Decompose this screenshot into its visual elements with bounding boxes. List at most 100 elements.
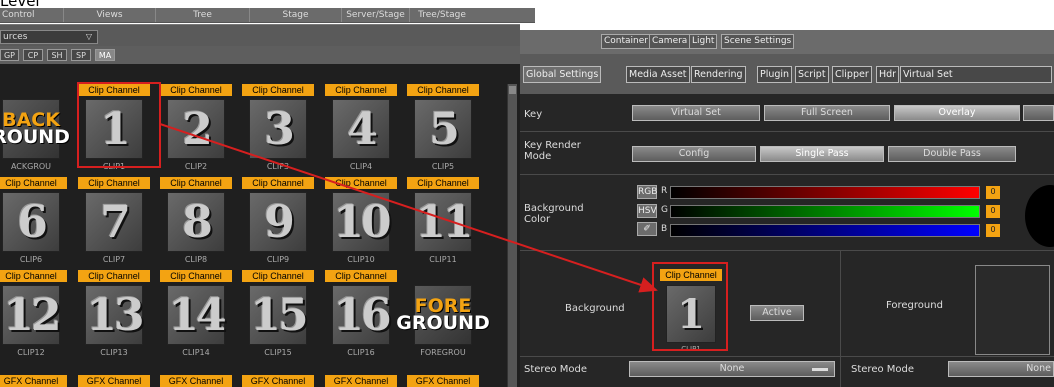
green-value[interactable]: 0 [986, 205, 1000, 218]
menu-stage[interactable]: Stage [250, 8, 342, 22]
clip-name: CLIP7 [102, 255, 126, 264]
foreground-clip-slot[interactable] [975, 265, 1050, 355]
active-button[interactable]: Active [750, 305, 804, 321]
clip-tile[interactable]: Clip Channel 13 CLIP13 [75, 270, 153, 368]
sources-dropdown[interactable]: urces ▽ [0, 30, 98, 44]
clip-tile[interactable]: Clip Channel 8 CLIP8 [157, 177, 235, 275]
blue-slider[interactable] [670, 224, 980, 237]
clip-icon: 14 [167, 285, 227, 345]
gfx-channel-tag[interactable]: GFX Channel [407, 375, 479, 387]
tab-gp[interactable]: GP [0, 49, 19, 61]
clip-tile[interactable]: Clip Channel 9 CLIP9 [239, 177, 317, 275]
stereo-mode-select-2[interactable]: None [948, 361, 1054, 377]
clip-tile[interactable]: Clip Channel 3 CLIP3 [239, 84, 317, 182]
clip-tag: Clip Channel [325, 177, 397, 189]
key-full-screen-button[interactable]: Full Screen [764, 105, 890, 121]
page-caption: Level [0, 0, 40, 10]
render-config-button[interactable]: Config [632, 146, 756, 162]
main-menubar: Control Views Tree Stage Server/Stage Tr… [0, 8, 535, 23]
red-slider[interactable] [670, 186, 980, 199]
blue-value[interactable]: 0 [986, 224, 1000, 237]
render-single-pass-button[interactable]: Single Pass [760, 146, 884, 162]
gfx-channel-tag[interactable]: GFX Channel [242, 375, 314, 387]
clip-name: ACKGROU [10, 162, 52, 171]
grid-scrollbar[interactable] [507, 84, 517, 387]
channel-g-label: G [661, 205, 668, 215]
menu-tree[interactable]: Tree [156, 8, 250, 22]
key-render-label-1: Key Render [524, 140, 581, 151]
clip-tile[interactable]: Clip Channel 4 CLIP4 [322, 84, 400, 182]
sources-bar: urces ▽ [0, 24, 520, 46]
stereo-mode-value-2: None [1026, 363, 1051, 374]
rgb-mode-button[interactable]: RGB [637, 185, 657, 199]
clip-tile[interactable]: BACKROUND ACKGROU [0, 84, 70, 182]
stereo-mode-label-2: Stereo Mode [851, 364, 915, 375]
clip-tile[interactable]: Clip Channel 2 CLIP2 [157, 84, 235, 182]
clip-tile[interactable]: Clip Channel 5 CLIP5 [404, 84, 482, 182]
global-settings-panel: Key Virtual Set Full Screen Overlay Key … [520, 94, 1054, 387]
tab-media-asset[interactable]: Media Asset [626, 66, 690, 83]
clip-tile[interactable]: Clip Channel 7 CLIP7 [75, 177, 153, 275]
clip-number: 6 [17, 196, 48, 248]
clip-name: CLIP14 [182, 348, 210, 357]
stereo-mode-value: None [719, 363, 745, 374]
tab-ma[interactable]: MA [95, 49, 115, 61]
settings-tab-bar: Global Settings Media Asset Rendering Pl… [520, 54, 1054, 94]
tab-virtual-set[interactable]: Virtual Set [900, 66, 1052, 83]
clip-number: 13 [86, 289, 144, 341]
clip-tag: Clip Channel [78, 270, 150, 282]
hsv-mode-button[interactable]: HSV [637, 204, 657, 218]
tab-hdr[interactable]: Hdr [876, 66, 900, 83]
key-virtual-set-button[interactable]: Virtual Set [632, 105, 760, 121]
clip-tile[interactable]: Clip Channel 16 CLIP16 [322, 270, 400, 368]
clip-icon: 11 [414, 192, 474, 252]
tab-sh[interactable]: SH [47, 49, 67, 61]
red-value[interactable]: 0 [986, 186, 1000, 199]
scroll-thumb[interactable] [509, 86, 516, 94]
clip-tag: Clip Channel [78, 177, 150, 189]
clip-tile[interactable]: Clip Channel 14 CLIP14 [157, 270, 235, 368]
bg-color-label-1: Background [524, 203, 584, 214]
tab-script[interactable]: Script [795, 66, 829, 83]
menu-control[interactable]: Control [0, 8, 64, 22]
clip-tag: Clip Channel [0, 177, 67, 189]
tab-global-settings[interactable]: Global Settings [523, 66, 602, 83]
tab-rendering[interactable]: Rendering [691, 66, 746, 83]
menu-server-stage[interactable]: Server/Stage [342, 8, 410, 22]
gfx-channel-tag[interactable]: GFX Channel [325, 375, 397, 387]
tab-plugin[interactable]: Plugin [757, 66, 793, 83]
tab-light[interactable]: Light [689, 34, 718, 49]
clip-tile[interactable]: Clip Channel 11 CLIP11 [404, 177, 482, 275]
clip-tile[interactable]: Clip Channel 10 CLIP10 [322, 177, 400, 275]
clip-tile[interactable]: Clip Channel 15 CLIP15 [239, 270, 317, 368]
clip-tag: Clip Channel [160, 177, 232, 189]
tab-scene-settings[interactable]: Scene Settings [721, 34, 795, 49]
key-more-button[interactable] [1023, 105, 1054, 121]
tab-cp[interactable]: CP [23, 49, 43, 61]
clip-number: 15 [250, 289, 308, 341]
background-word: BACKROUND [0, 109, 70, 148]
tab-clipper[interactable]: Clipper [832, 66, 872, 83]
clip-number: 7 [100, 196, 131, 248]
gfx-channel-tag[interactable]: GFX Channel [0, 375, 67, 387]
eyedropper-icon[interactable]: ✐ [637, 222, 657, 236]
clip-tile[interactable]: Clip Channel 12 CLIP12 [0, 270, 70, 368]
render-double-pass-button[interactable]: Double Pass [888, 146, 1016, 162]
clip-icon: 10 [332, 192, 392, 252]
clip-icon: BACKROUND [0, 99, 70, 159]
stereo-mode-select[interactable]: None [629, 361, 835, 377]
clip-tile[interactable]: FORE GROUND FOREGROU [396, 270, 490, 368]
clip-tile[interactable]: Clip Channel 6 CLIP6 [0, 177, 70, 275]
gfx-channel-tag[interactable]: GFX Channel [78, 375, 150, 387]
tab-sp[interactable]: SP [71, 49, 91, 61]
tab-container[interactable]: Container [601, 34, 651, 49]
tab-camera[interactable]: Camera [649, 34, 691, 49]
clip-icon: 12 [2, 285, 62, 345]
key-overlay-button[interactable]: Overlay [894, 105, 1020, 121]
green-slider[interactable] [670, 205, 980, 218]
clip-number: 4 [347, 103, 378, 155]
gfx-channel-tag[interactable]: GFX Channel [160, 375, 232, 387]
menu-views[interactable]: Views [64, 8, 156, 22]
menu-tree-stage[interactable]: Tree/Stage [410, 8, 474, 22]
channel-tab-bar: GP CP SH SP MA [0, 46, 520, 64]
